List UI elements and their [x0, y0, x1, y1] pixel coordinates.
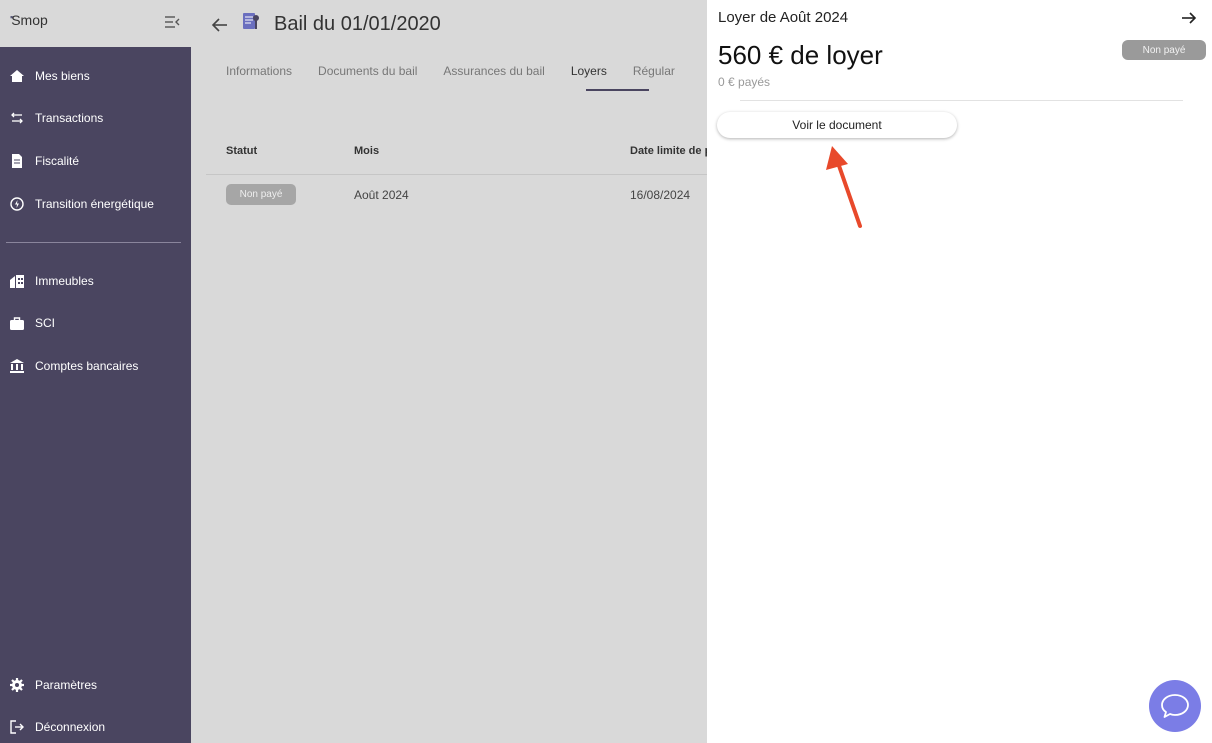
tab-informations[interactable]: Informations — [226, 64, 292, 90]
back-arrow-icon[interactable] — [210, 15, 230, 35]
paid-amount: 0 € payés — [718, 75, 771, 89]
column-header-mois[interactable]: Mois — [354, 145, 379, 157]
view-document-button[interactable]: Voir le document — [717, 112, 957, 138]
sidebar-divider — [6, 242, 181, 243]
app-logo[interactable]: ▪Smop — [10, 12, 48, 28]
lease-document-icon — [240, 11, 262, 33]
sidebar-item-immeubles[interactable]: Immeubles — [0, 263, 191, 299]
collapse-sidebar-icon[interactable] — [163, 14, 181, 30]
sidebar-item-label: Immeubles — [35, 274, 94, 288]
sidebar-item-mes-biens[interactable]: Mes biens — [0, 58, 191, 94]
cell-mois: Août 2024 — [354, 188, 409, 202]
sidebar-item-parametres[interactable]: Paramètres — [0, 667, 191, 703]
sidebar-item-label: Paramètres — [35, 678, 98, 692]
chat-icon[interactable] — [1149, 680, 1201, 732]
sidebar-item-label: Transition énergétique — [35, 197, 154, 211]
column-header-date-limite[interactable]: Date limite de p — [630, 145, 711, 157]
document-icon — [9, 153, 25, 169]
logout-icon — [9, 719, 25, 735]
sidebar-item-label: Comptes bancaires — [35, 359, 139, 373]
sidebar-item-label: SCI — [35, 316, 56, 330]
tab-loyers[interactable]: Loyers — [571, 64, 607, 90]
sidebar-item-label: Fiscalité — [35, 154, 80, 168]
close-panel-arrow-icon[interactable] — [1180, 9, 1198, 27]
sidebar-item-label: Déconnexion — [35, 720, 106, 734]
sidebar-item-transactions[interactable]: Transactions — [0, 100, 191, 136]
logo-text: Smop — [11, 12, 48, 28]
page-title: Bail du 01/01/2020 — [274, 13, 441, 35]
briefcase-icon — [9, 315, 25, 331]
energy-icon — [9, 196, 25, 212]
sidebar-item-label: Mes biens — [35, 69, 90, 83]
sidebar-header: ▪Smop — [0, 0, 191, 47]
sidebar-item-transition-energetique[interactable]: Transition énergétique — [0, 186, 191, 222]
tab-assurances-du-bail[interactable]: Assurances du bail — [443, 64, 544, 90]
rents-table-card — [198, 118, 718, 740]
sidebar-item-fiscalite[interactable]: Fiscalité — [0, 143, 191, 179]
sidebar-item-sci[interactable]: SCI — [0, 305, 191, 341]
lease-tabs: Informations Documents du bail Assurance… — [226, 64, 701, 92]
rent-amount: 560 € de loyer — [718, 40, 883, 70]
panel-divider — [740, 100, 1183, 101]
house-icon — [9, 68, 25, 84]
table-header-divider — [206, 174, 711, 175]
active-tab-indicator — [586, 89, 649, 91]
sidebar-item-deconnexion[interactable]: Déconnexion — [0, 709, 191, 743]
status-badge: Non payé — [226, 184, 296, 205]
annotation-arrow-icon — [826, 146, 862, 228]
building-icon — [9, 273, 25, 289]
cell-date-limite: 16/08/2024 — [630, 188, 691, 202]
bank-icon — [9, 358, 25, 374]
sidebar-item-label: Transactions — [35, 111, 104, 125]
gear-icon — [9, 677, 25, 693]
sidebar-item-comptes-bancaires[interactable]: Comptes bancaires — [0, 348, 191, 384]
swap-icon — [9, 110, 25, 126]
column-header-statut[interactable]: Statut — [226, 145, 257, 157]
panel-title: Loyer de Août 2024 — [718, 9, 849, 26]
tab-regularisation[interactable]: Régular — [633, 64, 675, 90]
tab-documents-du-bail[interactable]: Documents du bail — [318, 64, 417, 90]
panel-status-badge: Non payé — [1122, 40, 1206, 60]
